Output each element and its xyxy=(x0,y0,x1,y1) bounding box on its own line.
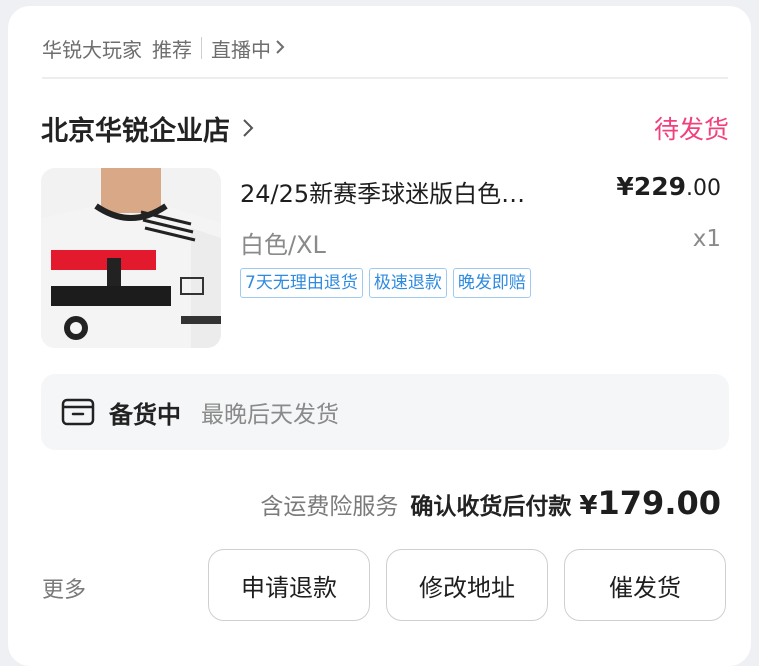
product-price: ¥229.00 xyxy=(616,172,721,201)
prep-status-box[interactable]: 备货中 最晚后天发货 xyxy=(41,374,729,450)
order-status: 待发货 xyxy=(653,115,729,144)
shop-nick[interactable]: 华锐大玩家 xyxy=(42,34,142,63)
live-link[interactable]: 直播中 xyxy=(211,34,271,63)
product-quantity: x1 xyxy=(692,226,721,252)
price-symbol: ¥ xyxy=(616,172,634,201)
top-row: 华锐大玩家 推荐 直播中 xyxy=(42,32,285,64)
chevron-right-icon xyxy=(242,118,254,138)
tag-late-compensation: 晚发即赔 xyxy=(452,268,531,298)
total-amount: 179.00 xyxy=(597,484,721,522)
total-row: 含运费险服务 确认收货后付款 ¥ 179.00 xyxy=(260,484,721,522)
price-dec: .00 xyxy=(686,176,721,201)
price-int: 229 xyxy=(633,172,686,201)
edit-address-button[interactable]: 修改地址 xyxy=(386,549,548,621)
prep-title: 备货中 xyxy=(109,400,181,429)
urge-shipping-button[interactable]: 催发货 xyxy=(564,549,726,621)
recommend-link[interactable]: 推荐 xyxy=(152,34,192,63)
insurance-label: 含运费险服务 xyxy=(260,494,399,520)
total-symbol: ¥ xyxy=(579,491,598,521)
service-tags: 7天无理由退货 极速退款 晚发即赔 xyxy=(240,268,531,298)
shop-row[interactable]: 北京华锐企业店 待发货 xyxy=(41,108,729,148)
tag-fast-refund: 极速退款 xyxy=(368,268,447,298)
refund-button[interactable]: 申请退款 xyxy=(208,549,370,621)
more-button[interactable]: 更多 xyxy=(42,572,86,604)
product-title[interactable]: 24/25新赛季球迷版白色… xyxy=(240,174,590,209)
shop-name[interactable]: 北京华锐企业店 xyxy=(41,109,230,148)
box-icon xyxy=(61,395,95,429)
prep-desc: 最晚后天发货 xyxy=(201,402,339,428)
divider xyxy=(42,77,728,79)
pay-label: 确认收货后付款 xyxy=(410,494,572,520)
order-card: 华锐大玩家 推荐 直播中 北京华锐企业店 待发货 24/25新赛季球迷版白色… … xyxy=(8,6,751,666)
product-image[interactable] xyxy=(41,168,221,348)
product-variant: 白色/XL xyxy=(240,231,326,259)
chevron-right-icon xyxy=(275,36,285,60)
divider-vertical xyxy=(201,37,202,59)
tag-7day-return: 7天无理由退货 xyxy=(240,268,363,298)
